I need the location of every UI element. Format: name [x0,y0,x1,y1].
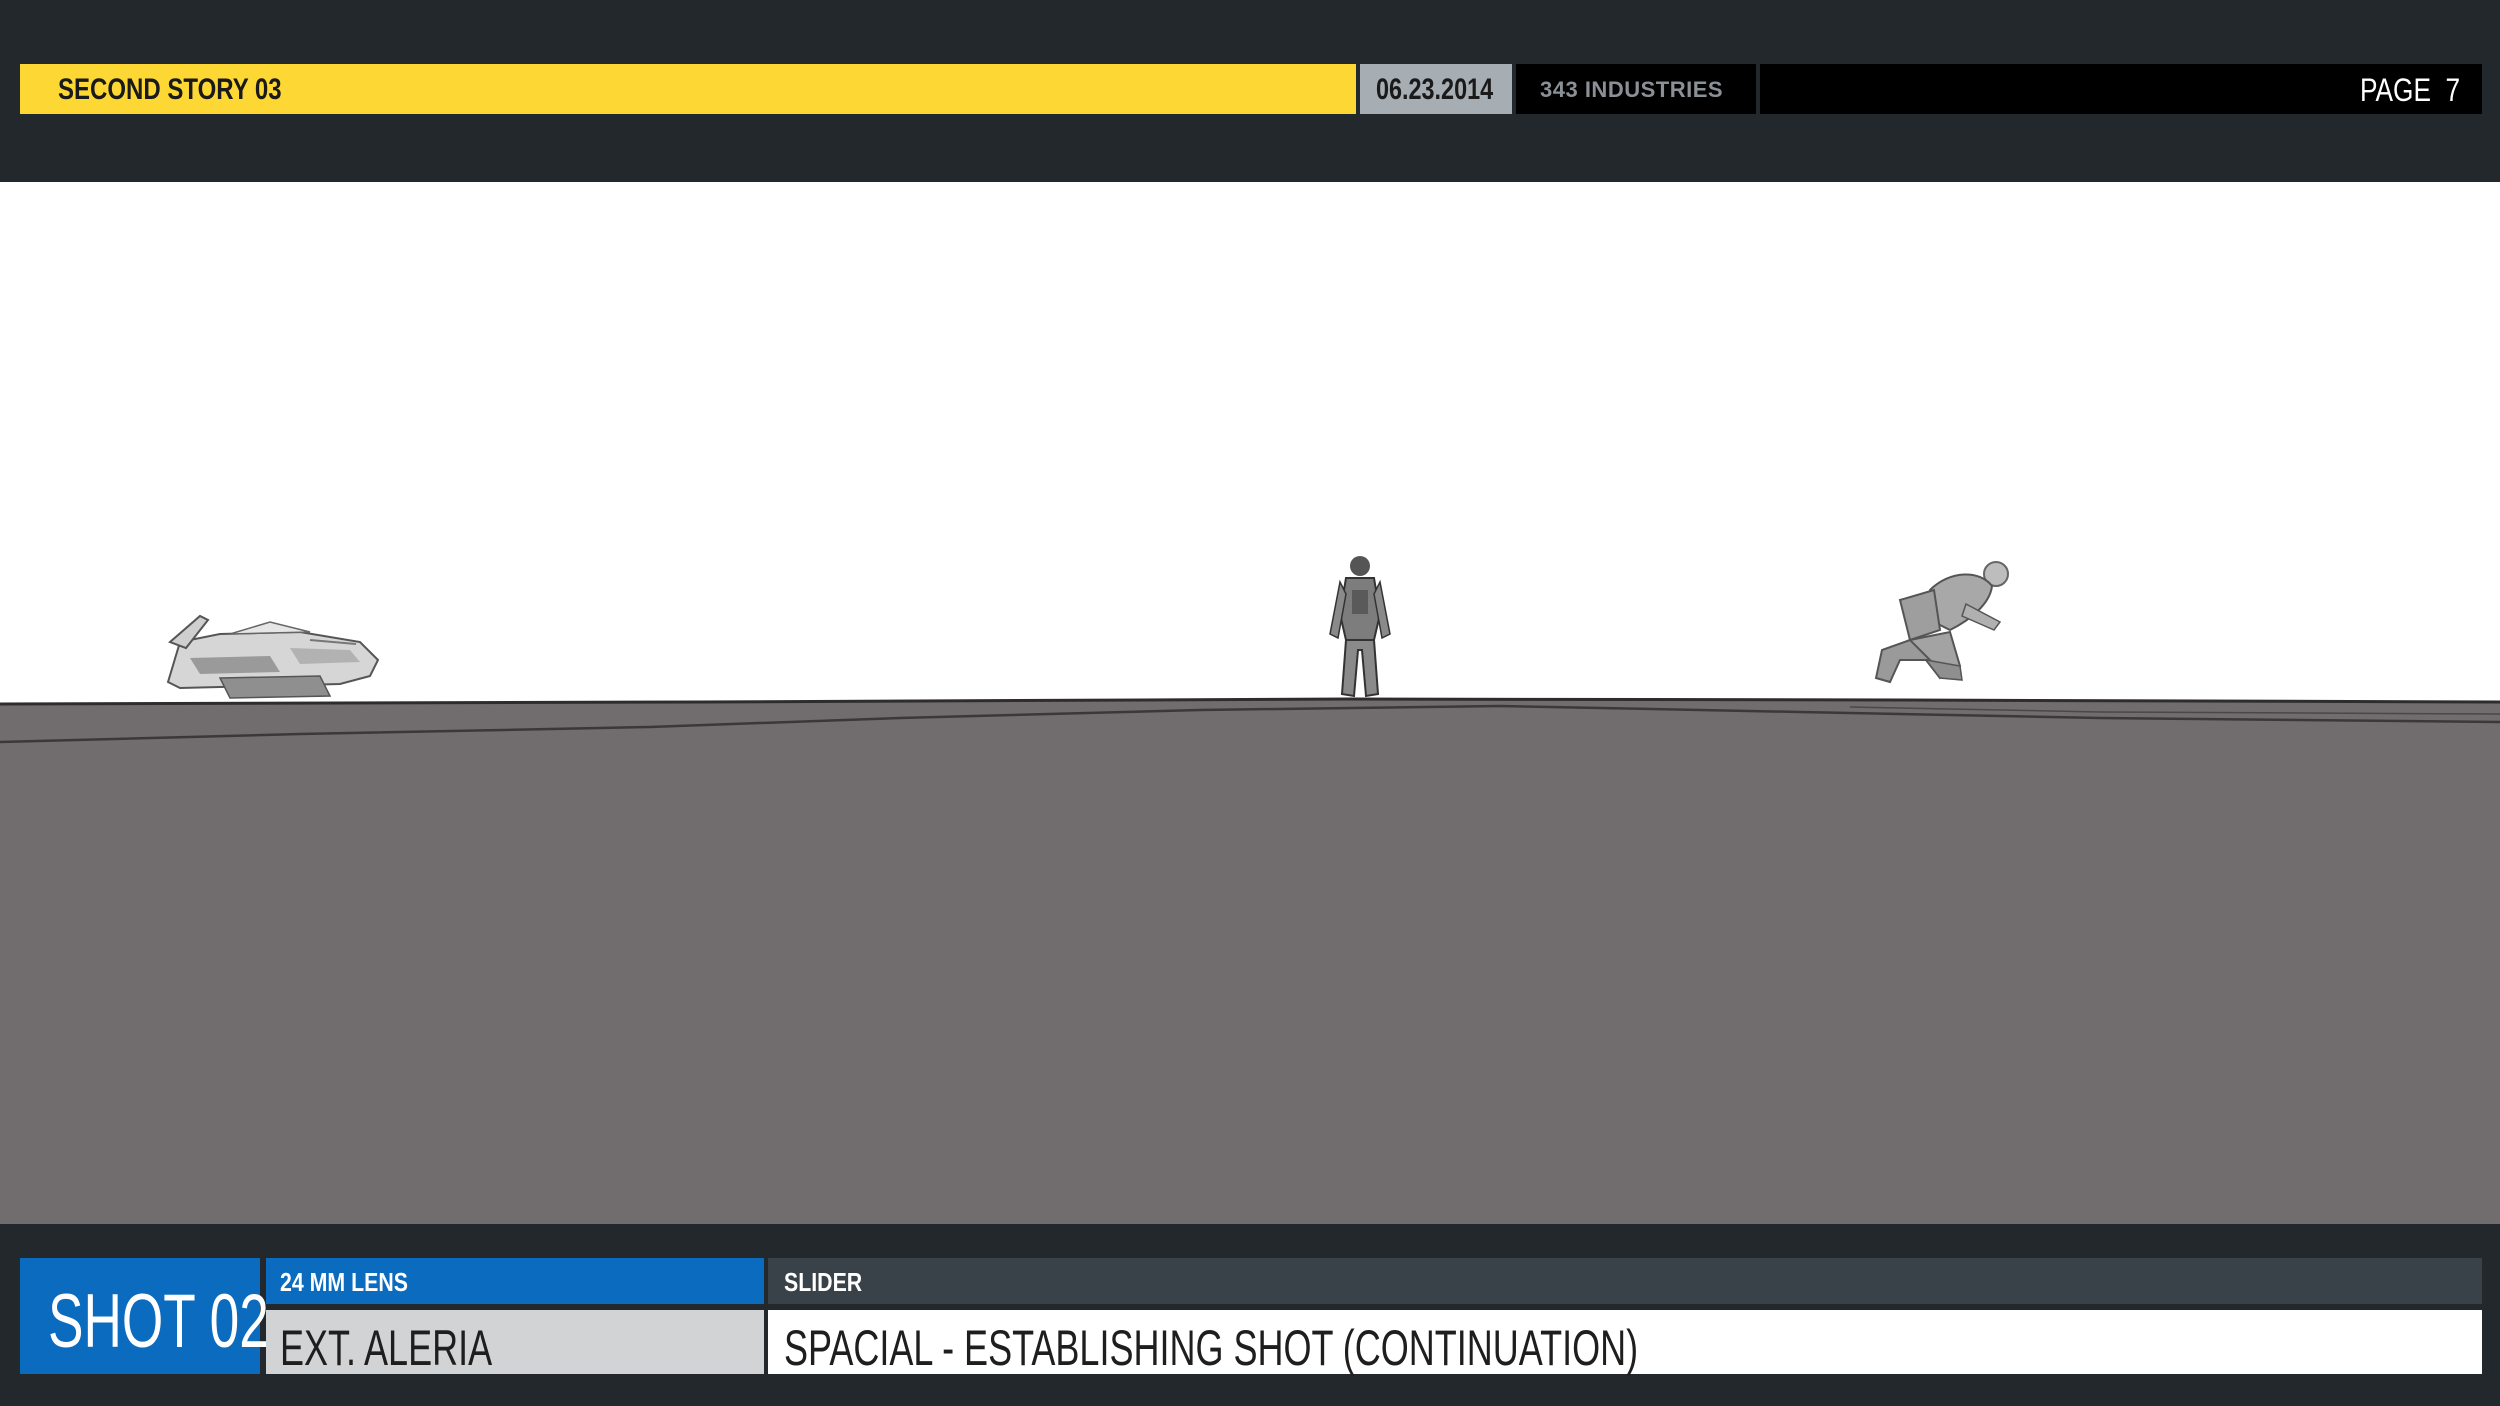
page-number: 7 [2445,72,2460,108]
location-box: EXT. ALERIA [266,1310,764,1376]
page-bar: PAGE 7 [1760,64,2482,114]
shot-number-box: SHOT 02 [20,1258,269,1374]
project-title: SECOND STORY 03 [58,73,282,106]
location-label: EXT. ALERIA [280,1320,493,1376]
camera-move-box: SLIDER [768,1258,2482,1304]
camera-move-label: SLIDER [784,1267,863,1297]
kneeling-figure [1874,561,2009,684]
date-label: 06.23.2014 [1376,73,1494,106]
shot-description: SPACIAL - ESTABLISHING SHOT (CONTINUATIO… [784,1320,1639,1376]
shot-number: SHOT 02 [48,1279,269,1364]
date-bar: 06.23.2014 [1360,64,1512,114]
page-label: PAGE [2359,72,2431,108]
description-box: SPACIAL - ESTABLISHING SHOT (CONTINUATIO… [768,1310,2482,1376]
ground-plane [0,699,2500,1224]
lens-box: 24 MM LENS [266,1258,764,1304]
ship-figure [166,614,380,699]
standing-soldier-figure [1329,556,1391,698]
page-indicator: PAGE 7 [2360,72,2460,109]
scene-illustration [0,556,2500,1224]
lens-label: 24 MM LENS [280,1267,408,1297]
studio-bar: 343 INDUSTRIES [1516,64,1756,114]
storyboard-frame [0,182,2500,1224]
project-title-bar: SECOND STORY 03 [20,64,1356,114]
studio-logo-text: 343 INDUSTRIES [1540,77,1724,102]
